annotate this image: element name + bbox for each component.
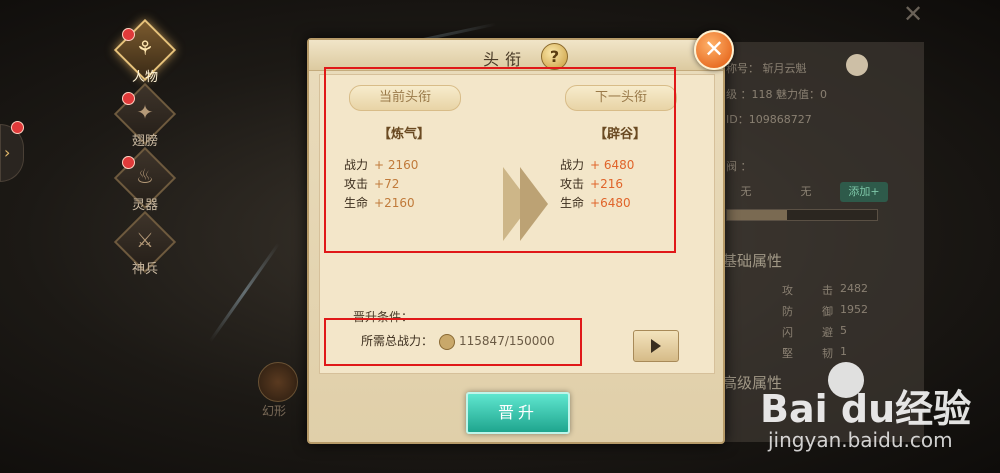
stat-name: 堅 (782, 347, 793, 360)
promote-button[interactable]: 晋升 (466, 392, 570, 434)
category-nav: ⚘ 人物 ✦ 翅膀 ♨ 灵器 ⚔ 神兵 (108, 18, 182, 278)
requirement-highlight-box (324, 318, 582, 366)
experience-bar-fill (727, 210, 787, 220)
stat-key: 御 (822, 305, 833, 318)
nav-item-wings[interactable]: ✦ 翅膀 (108, 82, 182, 149)
watermark-url: jingyan.baidu.com (768, 428, 953, 452)
background-close-icon[interactable]: ✕ (897, 0, 929, 28)
info-title-row: 称号： 斩月云魁 (726, 62, 807, 75)
experience-bar (726, 209, 878, 221)
stat-value: 2482 (840, 282, 868, 295)
help-button[interactable]: ? (541, 43, 568, 70)
stat-value: 1952 (840, 303, 868, 316)
nav-item-divine-weapon[interactable]: ⚔ 神兵 (108, 210, 182, 277)
stat-name: 闪 (782, 326, 793, 339)
base-attr-title: 基础属性 (722, 252, 783, 270)
chevron-right-icon: › (4, 143, 11, 162)
info-id-row: ID：109868727 (726, 113, 812, 126)
stat-name: 防 (782, 305, 793, 318)
comparison-highlight-box (324, 67, 676, 253)
stat-value: 5 (840, 324, 847, 337)
play-icon (651, 339, 661, 353)
transform-icon[interactable] (258, 362, 298, 402)
stat-value: 1 (840, 345, 847, 358)
stat-key: 避 (822, 326, 833, 339)
stat-name: 攻 (782, 284, 793, 297)
close-button[interactable]: ✕ (694, 30, 734, 70)
info-level-row: 级 ：118 魅力值：0 (726, 88, 827, 101)
notification-dot (122, 156, 135, 169)
stat-key: 击 (822, 284, 833, 297)
add-title-button[interactable]: 添加+ (840, 182, 888, 202)
segment-button[interactable]: 无 (788, 182, 824, 202)
notification-dot (122, 92, 135, 105)
baidu-jingyan-logo: Bai du经验 (760, 387, 972, 431)
character-icon: ⚘ (136, 36, 154, 60)
notification-dot (122, 28, 135, 41)
go-to-button[interactable] (633, 330, 679, 362)
nav-item-spirit-artifact[interactable]: ♨ 灵器 (108, 146, 182, 213)
info-guild-row: 阀 ： (726, 160, 752, 173)
vase-icon: ♨ (136, 164, 154, 188)
crossed-swords-icon: ⚔ (136, 228, 154, 252)
segment-button[interactable]: 无 (728, 182, 764, 202)
nav-item-character[interactable]: ⚘ 人物 (108, 18, 182, 85)
nav-item-label: 神兵 (131, 262, 158, 277)
notification-dot (11, 121, 24, 134)
transform-label: 幻形 (262, 404, 287, 418)
edit-pen-icon[interactable] (846, 54, 868, 76)
wings-icon: ✦ (136, 100, 154, 124)
stat-key: 韧 (822, 347, 833, 360)
